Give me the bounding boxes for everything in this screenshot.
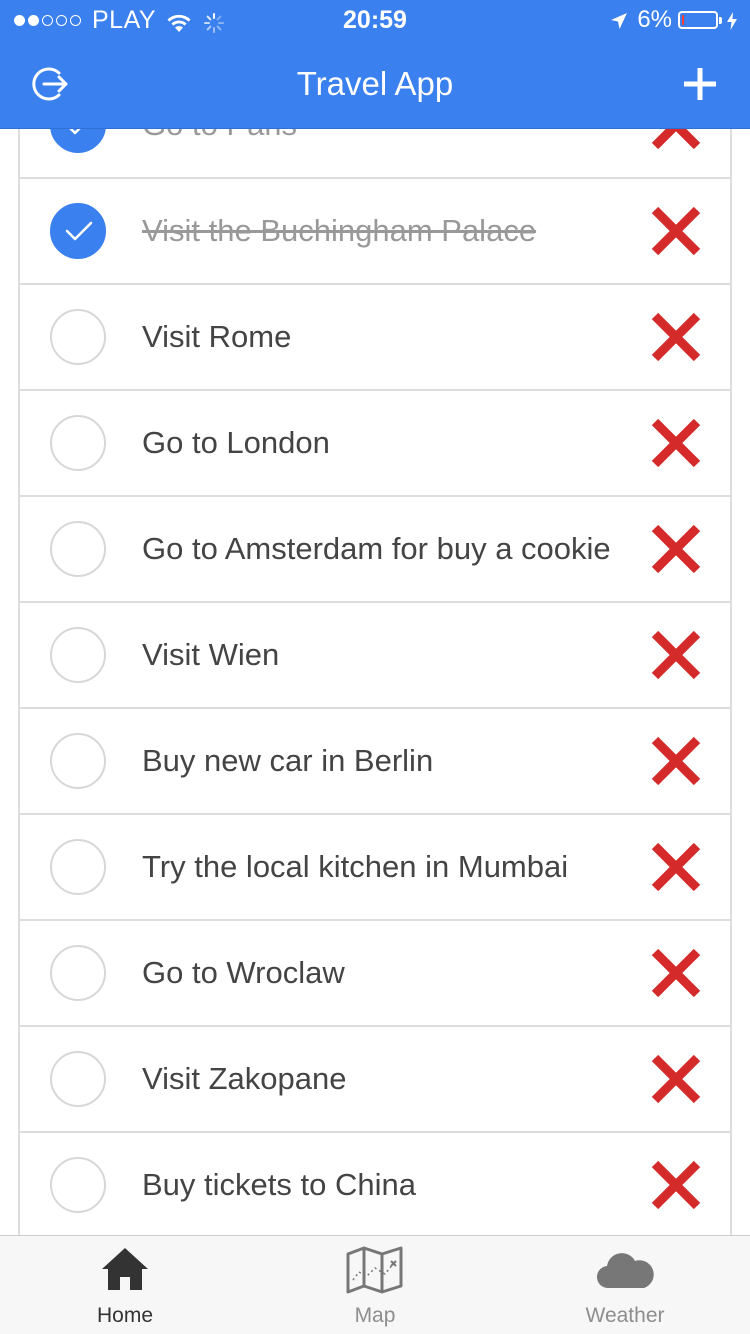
todo-label: Buy new car in Berlin: [142, 743, 434, 778]
tab-weather[interactable]: Weather: [500, 1236, 750, 1334]
todo-row: Go to London: [20, 391, 730, 497]
location-arrow-icon: [609, 10, 629, 30]
delete-button[interactable]: [650, 735, 702, 787]
todo-label: Go to Amsterdam for buy a cookie: [142, 531, 611, 566]
todo-row: Go to Amsterdam for buy a cookie: [20, 497, 730, 603]
delete-x-icon: [651, 842, 701, 892]
delete-button[interactable]: [650, 1053, 702, 1105]
checkbox-unchecked[interactable]: [50, 839, 106, 895]
todo-list: Go to ParisVisit the Buchingham PalaceVi…: [18, 73, 732, 1334]
delete-x-icon: [651, 418, 701, 468]
tab-map[interactable]: Map: [250, 1236, 500, 1334]
status-bar: PLAY 20:59 6%: [0, 0, 750, 40]
delete-button[interactable]: [650, 947, 702, 999]
battery-icon: [678, 11, 718, 29]
checkbox-unchecked[interactable]: [50, 627, 106, 683]
todo-row: Visit Rome: [20, 285, 730, 391]
todo-label: Visit the Buchingham Palace: [142, 213, 537, 248]
add-button[interactable]: [678, 62, 722, 106]
tab-home[interactable]: Home: [0, 1236, 250, 1334]
delete-button[interactable]: [650, 841, 702, 893]
battery-tip: [719, 16, 722, 24]
todo-row: Buy new car in Berlin: [20, 709, 730, 815]
todo-row: Try the local kitchen in Mumbai: [20, 815, 730, 921]
todo-label: Visit Zakopane: [142, 1061, 347, 1096]
tab-home-label: Home: [96, 1304, 154, 1327]
tab-map-label: Map: [354, 1304, 396, 1327]
todo-row: Go to Wroclaw: [20, 921, 730, 1027]
checkbox-unchecked[interactable]: [50, 1157, 106, 1213]
todo-row: Visit Wien: [20, 603, 730, 709]
delete-button[interactable]: [650, 629, 702, 681]
delete-button[interactable]: [650, 311, 702, 363]
page-title: Travel App: [296, 65, 454, 102]
todo-row: Visit the Buchingham Palace: [20, 179, 730, 285]
cloud-icon: [595, 1250, 655, 1295]
todo-label: Buy tickets to China: [142, 1167, 416, 1202]
checkbox-unchecked[interactable]: [50, 521, 106, 577]
delete-x-icon: [651, 630, 701, 680]
tab-weather-label: Weather: [585, 1304, 665, 1327]
delete-x-icon: [651, 736, 701, 786]
todo-label: Visit Rome: [142, 319, 292, 354]
charging-bolt-icon: [726, 10, 738, 30]
battery-percent: 6%: [637, 6, 672, 33]
todo-label: Visit Wien: [142, 637, 280, 672]
checkmark-icon: [65, 221, 93, 241]
delete-x-icon: [651, 1160, 701, 1210]
delete-x-icon: [651, 948, 701, 998]
delete-x-icon: [651, 312, 701, 362]
delete-x-icon: [651, 206, 701, 256]
home-icon: [100, 1246, 150, 1297]
delete-button[interactable]: [650, 1159, 702, 1211]
todo-label: Try the local kitchen in Mumbai: [142, 849, 569, 884]
todo-row: Buy tickets to China: [20, 1133, 730, 1239]
todo-row: Visit Zakopane: [20, 1027, 730, 1133]
checkbox-unchecked[interactable]: [50, 415, 106, 471]
delete-button[interactable]: [650, 205, 702, 257]
navigation-bar: Travel App: [0, 40, 750, 128]
delete-button[interactable]: [650, 417, 702, 469]
app-screen: Go to ParisVisit the Buchingham PalaceVi…: [0, 0, 750, 1334]
checkbox-unchecked[interactable]: [50, 945, 106, 1001]
battery-level: [682, 15, 684, 25]
delete-x-icon: [651, 524, 701, 574]
add-icon: [684, 68, 716, 100]
checkbox-unchecked[interactable]: [50, 1051, 106, 1107]
checkbox-unchecked[interactable]: [50, 733, 106, 789]
status-right: 6%: [609, 6, 738, 34]
top-bar: PLAY 20:59 6% Travel App: [0, 0, 750, 129]
tab-bar: Home Map Weather: [0, 1235, 750, 1334]
todo-label: Go to Wroclaw: [142, 955, 345, 990]
todo-label: Go to London: [142, 425, 330, 460]
map-icon: [345, 1246, 405, 1299]
delete-x-icon: [651, 1054, 701, 1104]
checkbox-checked[interactable]: [50, 203, 106, 259]
delete-button[interactable]: [650, 523, 702, 575]
checkbox-unchecked[interactable]: [50, 309, 106, 365]
